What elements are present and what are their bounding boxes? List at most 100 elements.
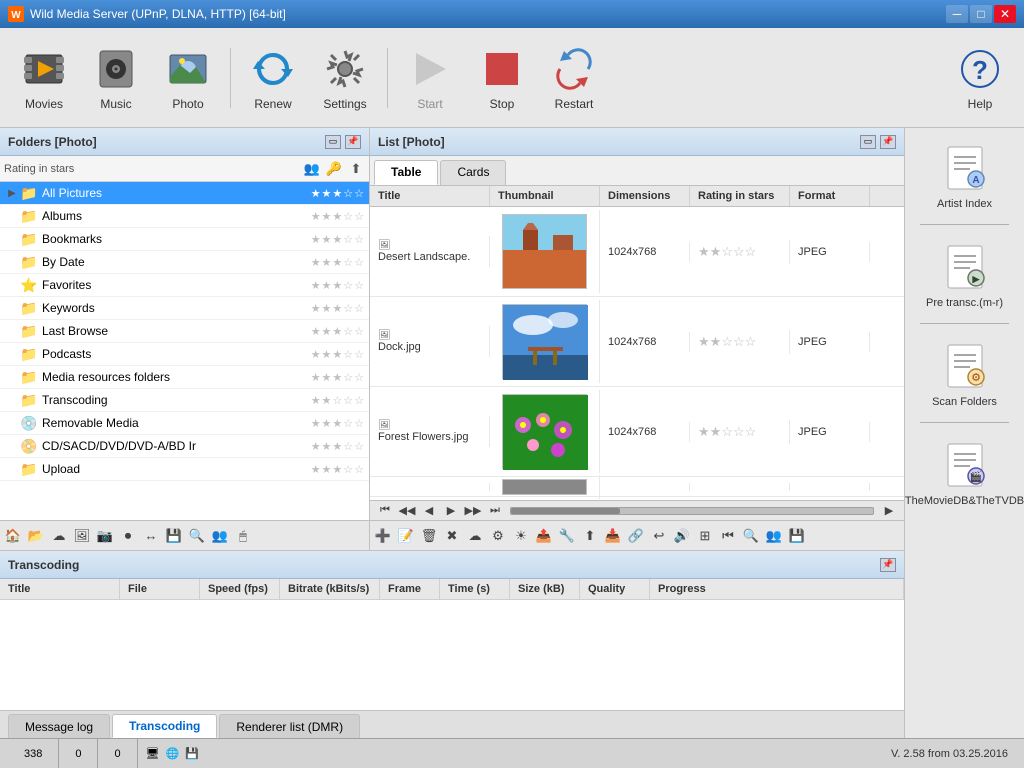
status-value-3: 0 <box>114 748 120 760</box>
cursor-button[interactable]: 🖱 <box>232 525 254 547</box>
panel-restore-button[interactable]: ▭ <box>325 135 341 149</box>
side-item-moviedb[interactable]: 🎬 TheMovieDB&TheTVDB <box>909 433 1020 511</box>
lb-tools[interactable]: 🔧 <box>556 525 578 547</box>
table-row[interactable]: 🖼 Forest Flowers.jpg <box>370 387 904 477</box>
side-item-scan-folders[interactable]: ⚙ Scan Folders <box>909 334 1020 412</box>
sync-button[interactable]: ↔ <box>140 525 162 547</box>
tree-item[interactable]: ⭐ Favorites ★★★☆☆ <box>0 274 369 297</box>
scroll-track[interactable] <box>510 507 874 515</box>
minimize-button[interactable]: ─ <box>946 5 968 23</box>
table-row[interactable]: 🖼 Desert Landscape. <box>370 207 904 297</box>
cloud-button[interactable]: ☁ <box>48 525 70 547</box>
status-value-1: 338 <box>24 748 42 760</box>
tab-transcoding[interactable]: Transcoding <box>112 714 217 738</box>
tree-label-9: Transcoding <box>42 393 311 407</box>
side-item-pre-transc[interactable]: ▶ Pre transc.(m-r) <box>909 235 1020 313</box>
open-folder-button[interactable]: 📂 <box>25 525 47 547</box>
tree-item[interactable]: 📁 Upload ★★★☆☆ <box>0 458 369 481</box>
tree-item-last-browse[interactable]: 📁 Last Browse ★★★☆☆ <box>0 320 369 343</box>
side-item-artist-index[interactable]: A Artist Index <box>909 136 1020 214</box>
tree-item[interactable]: 📁 Albums ★★★☆☆ <box>0 205 369 228</box>
toolbar-start[interactable]: Start <box>394 41 466 115</box>
lb-cloud2[interactable]: ☁ <box>464 525 486 547</box>
list-pin-button[interactable]: 📌 <box>880 135 896 149</box>
tree-item-media-resources[interactable]: 📁 Media resources folders ★★★☆☆ <box>0 366 369 389</box>
separator-1 <box>230 48 231 108</box>
lb-grid[interactable]: ⊞ <box>694 525 716 547</box>
users-icon[interactable]: 👥 <box>303 160 321 178</box>
tree-item[interactable]: ▶ 📁 All Pictures ★★★☆☆ <box>0 182 369 205</box>
scan-folders-label: Scan Folders <box>932 396 997 408</box>
lb-audio[interactable]: 🔊 <box>671 525 693 547</box>
tab-cards[interactable]: Cards <box>440 160 506 185</box>
toolbar-stop[interactable]: Stop <box>466 41 538 115</box>
stars-4: ★★★☆☆ <box>311 279 365 292</box>
camera-button[interactable]: 📷 <box>94 525 116 547</box>
nav-next-page[interactable]: ▶▶ <box>462 500 484 522</box>
users-button[interactable]: 👥 <box>209 525 231 547</box>
add-folder-button[interactable]: 🏠 <box>2 525 24 547</box>
search-icon[interactable]: 🔑 <box>325 160 343 178</box>
table-row[interactable]: 🖼 Dock.jpg <box>370 297 904 387</box>
td-title-1: 🖼 Dock.jpg <box>370 326 490 357</box>
tree-item[interactable]: 📁 Podcasts ★★★☆☆ <box>0 343 369 366</box>
tab-renderer-list[interactable]: Renderer list (DMR) <box>219 714 360 738</box>
save-button[interactable]: 💾 <box>163 525 185 547</box>
toolbar-help[interactable]: ? Help <box>944 41 1016 115</box>
rec-button[interactable]: ⏺ <box>117 525 139 547</box>
tree-expand-0[interactable]: ▶ <box>4 188 20 199</box>
stars-10: ★★★☆☆ <box>311 417 365 430</box>
toolbar-music[interactable]: Music <box>80 41 152 115</box>
lb-up[interactable]: ⬆ <box>579 525 601 547</box>
close-button[interactable]: ✕ <box>994 5 1016 23</box>
start-label: Start <box>417 97 442 111</box>
tree-item[interactable]: 📁 Keywords ★★★☆☆ <box>0 297 369 320</box>
table-header: Title Thumbnail Dimensions Rating in sta… <box>370 186 904 207</box>
nav-first[interactable]: ⏮ <box>374 500 396 522</box>
panel-pin-button[interactable]: 📌 <box>345 135 361 149</box>
lb-delete[interactable]: 🗑 <box>418 525 440 547</box>
search2-button[interactable]: 🔍 <box>186 525 208 547</box>
nav-right[interactable]: ▶ <box>878 500 900 522</box>
lb-export[interactable]: 📤 <box>533 525 555 547</box>
lb-search3[interactable]: 🔍 <box>740 525 762 547</box>
trans-col-progress: Progress <box>650 579 904 599</box>
filename-2: Forest Flowers.jpg <box>378 431 468 443</box>
nav-prev[interactable]: ◀ <box>418 500 440 522</box>
folder-icon-3: 📁 <box>20 253 38 271</box>
trans-pin-button[interactable]: 📌 <box>880 558 896 572</box>
maximize-button[interactable]: □ <box>970 5 992 23</box>
tree-item[interactable]: 💿 Removable Media ★★★☆☆ <box>0 412 369 435</box>
lb-bright[interactable]: ☀ <box>510 525 532 547</box>
tree-item[interactable]: 📁 Transcoding ★★☆☆☆ <box>0 389 369 412</box>
lb-back[interactable]: ↩ <box>648 525 670 547</box>
nav-play[interactable]: ▶ <box>440 500 462 522</box>
tree-item[interactable]: 📀 CD/SACD/DVD/DVD-A/BD Ir ★★★☆☆ <box>0 435 369 458</box>
toolbar-settings[interactable]: Settings <box>309 41 381 115</box>
tree-item[interactable]: 📁 Bookmarks ★★★☆☆ <box>0 228 369 251</box>
image-button[interactable]: 🖼 <box>71 525 93 547</box>
list-restore-button[interactable]: ▭ <box>860 135 876 149</box>
nav-prev-page[interactable]: ◀◀ <box>396 500 418 522</box>
table-row[interactable] <box>370 477 904 497</box>
lb-cancel[interactable]: ✖ <box>441 525 463 547</box>
folder-icon-2: 📁 <box>20 230 38 248</box>
lb-add[interactable]: ➕ <box>372 525 394 547</box>
toolbar-restart[interactable]: Restart <box>538 41 610 115</box>
lb-save2[interactable]: 💾 <box>786 525 808 547</box>
nav-last[interactable]: ⏭ <box>484 500 506 522</box>
tab-table[interactable]: Table <box>374 160 438 185</box>
tree-item[interactable]: 📁 By Date ★★★☆☆ <box>0 251 369 274</box>
lb-prev2[interactable]: ⏮ <box>717 525 739 547</box>
tree-label-11: CD/SACD/DVD/DVD-A/BD Ir <box>42 439 311 453</box>
lb-config[interactable]: ⚙ <box>487 525 509 547</box>
lb-import[interactable]: 📥 <box>602 525 624 547</box>
tab-message-log[interactable]: Message log <box>8 714 110 738</box>
lb-users2[interactable]: 👥 <box>763 525 785 547</box>
toolbar-photo[interactable]: Photo <box>152 41 224 115</box>
toolbar-renew[interactable]: Renew <box>237 41 309 115</box>
sort-icon[interactable]: ⬆ <box>347 160 365 178</box>
lb-edit[interactable]: 📝 <box>395 525 417 547</box>
toolbar-movies[interactable]: Movies <box>8 41 80 115</box>
lb-link[interactable]: 🔗 <box>625 525 647 547</box>
